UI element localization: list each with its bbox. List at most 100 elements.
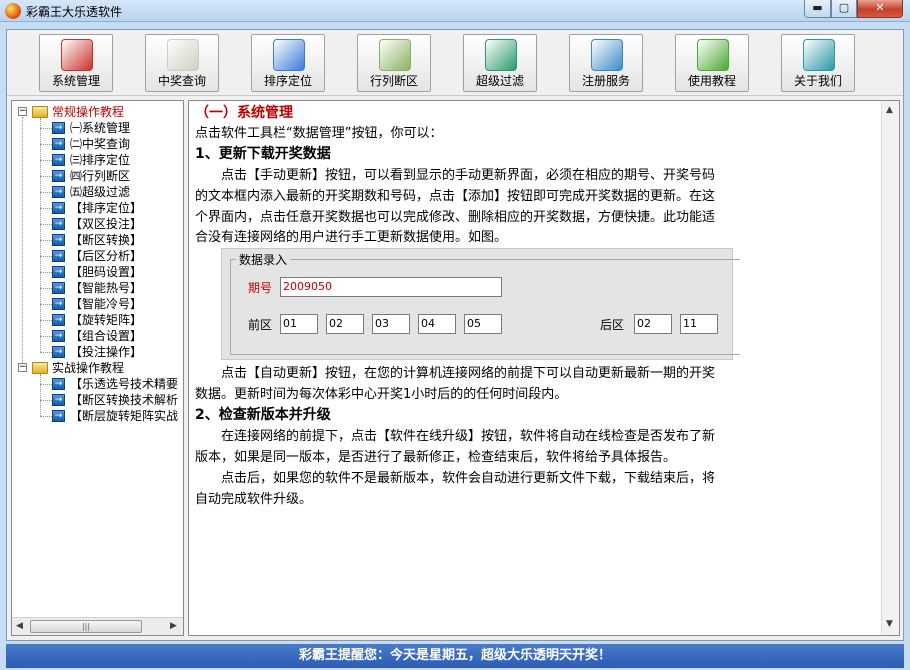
scroll-up-icon[interactable]: ▲ — [886, 105, 893, 115]
scroll-thumb[interactable]: ||| — [30, 620, 142, 633]
toolbar-button-label: 超级过滤 — [475, 74, 524, 88]
tree-item[interactable]: 【乐透选号技术精要 — [70, 376, 178, 392]
data-entry-figure: 数据录入 期号 2009050 前区 01 02 03 04 05 后区 02 … — [221, 248, 740, 360]
scroll-right-icon[interactable]: ▶ — [170, 621, 177, 631]
tree-item[interactable]: 【断层旋转矩阵实战 — [70, 408, 178, 424]
tree-connector — [40, 384, 52, 385]
tree-item[interactable]: 【投注操作】 — [70, 344, 142, 360]
tree-connector — [40, 288, 52, 289]
toolbar-button[interactable]: 超级过滤 — [463, 34, 537, 92]
toolbar-button[interactable]: 排序定位 — [251, 34, 325, 92]
minimize-button[interactable]: ▬ — [804, 0, 831, 18]
tree-item[interactable]: 【断区转换】 — [70, 232, 142, 248]
title-bar: 彩霸王大乐透软件 ▬ ▢ ✕ — [0, 0, 910, 22]
doc-arrow-icon: → — [52, 266, 65, 278]
window-title: 彩霸王大乐透软件 — [26, 5, 123, 19]
doc-arrow-icon: → — [52, 298, 65, 310]
front-number-input[interactable]: 05 — [464, 314, 502, 334]
tree-group-label[interactable]: 实战操作教程 — [52, 360, 124, 376]
tree-item[interactable]: ㈣行列断区 — [70, 168, 130, 184]
content-vertical-scrollbar[interactable]: ▲ ▼ — [881, 101, 899, 635]
toolbar-button[interactable]: 系统管理 — [39, 34, 113, 92]
back-number-input[interactable]: 02 — [634, 314, 672, 334]
tree-connector — [40, 128, 52, 129]
doc-arrow-icon: → — [52, 186, 65, 198]
doc-arrow-icon: → — [52, 378, 65, 390]
app-icon — [5, 3, 21, 19]
tree-expander[interactable]: − — [18, 363, 27, 372]
main-frame: 系统管理 中奖查询 排序定位 行列断区 超级过滤 注册服务 使用教程 关于我们 − 常规操作教程… — [6, 29, 904, 641]
tree-connector — [40, 192, 52, 193]
toolbar-button-label: 关于我们 — [793, 74, 842, 88]
toolbar: 系统管理 中奖查询 排序定位 行列断区 超级过滤 注册服务 使用教程 关于我们 — [7, 30, 903, 96]
paragraph-line: 在连接网络的前提下，点击【软件在线升级】按钮，软件将自动在线检查是否发布了新 — [195, 429, 716, 444]
doc-arrow-icon: → — [52, 314, 65, 326]
toolbar-button[interactable]: 使用教程 — [675, 34, 749, 92]
tree-item[interactable]: 【胆码设置】 — [70, 264, 142, 280]
toolbar-button[interactable]: 行列断区 — [357, 34, 431, 92]
issue-label: 期号 — [248, 281, 273, 295]
tree-item[interactable]: 【排序定位】 — [70, 200, 142, 216]
doc-arrow-icon: → — [52, 250, 65, 262]
tree-connector — [40, 352, 52, 353]
back-zone-label: 后区 — [600, 318, 625, 332]
doc-arrow-icon: → — [52, 154, 65, 166]
compass-icon — [273, 39, 305, 71]
nav-tree: − 常规操作教程 → ㈠系统管理 → ㈡中奖查询 → ㈢排序定位 → ㈣行列断区 → ㈤超级过滤 → 【排… — [12, 101, 183, 617]
tree-item[interactable]: 【组合设置】 — [70, 328, 142, 344]
paragraph-line: 点击【自动更新】按钮，在您的计算机连接网络的前提下可以自动更新最新一期的开奖 — [195, 366, 716, 381]
issue-input[interactable]: 2009050 — [280, 277, 502, 297]
tree-item[interactable]: 【旋转矩阵】 — [70, 312, 142, 328]
keys-icon — [591, 39, 623, 71]
scroll-left-icon[interactable]: ◀ — [16, 621, 23, 631]
tree-item[interactable]: ㈢排序定位 — [70, 152, 130, 168]
tree-connector — [40, 208, 52, 209]
toolbar-button[interactable]: 注册服务 — [569, 34, 643, 92]
doc-arrow-icon: → — [52, 218, 65, 230]
tree-group-label[interactable]: 常规操作教程 — [52, 104, 124, 120]
front-zone-label: 前区 — [248, 318, 273, 332]
tree-horizontal-scrollbar[interactable]: ◀ ||| ▶ — [12, 617, 183, 635]
doc-arrow-icon: → — [52, 202, 65, 214]
user-icon — [697, 39, 729, 71]
tree-item[interactable]: ㈤超级过滤 — [70, 184, 130, 200]
close-button[interactable]: ✕ — [857, 0, 903, 18]
back-number-input[interactable]: 11 — [680, 314, 718, 334]
paragraph-line: 的文本框内添入最新的开奖期数和号码，点击【添加】按钮即可完成开奖数据的更新。在这 — [195, 189, 716, 204]
doc-arrow-icon: → — [52, 410, 65, 422]
toolbar-button[interactable]: 关于我们 — [781, 34, 855, 92]
subheading-upgrade: 2、检查新版本并升级 — [195, 407, 331, 423]
front-number-input[interactable]: 04 — [418, 314, 456, 334]
tree-connector — [40, 416, 52, 417]
paragraph-line: 数据。更新时间为每次体彩中心开奖1小时后的的任何时间段内。 — [195, 387, 568, 402]
paragraph-line: 自动完成软件升级。 — [195, 492, 313, 507]
toolbar-button-label: 排序定位 — [263, 74, 312, 88]
doc-arrow-icon: → — [52, 234, 65, 246]
scroll-down-icon[interactable]: ▼ — [886, 619, 893, 629]
toolbox-icon — [61, 39, 93, 71]
tree-connector — [40, 240, 52, 241]
tree-expander[interactable]: − — [18, 107, 27, 116]
tree-connector — [40, 160, 52, 161]
folder-icon — [32, 106, 48, 118]
content-panel: （一）系统管理 点击软件工具栏“数据管理”按钮，你可以： 1、更新下载开奖数据 … — [188, 100, 900, 636]
tree-connector — [40, 272, 52, 273]
doc-arrow-icon: → — [52, 330, 65, 342]
front-number-input[interactable]: 02 — [326, 314, 364, 334]
tree-item[interactable]: ㈠系统管理 — [70, 120, 130, 136]
front-number-input[interactable]: 01 — [280, 314, 318, 334]
tree-item[interactable]: ㈡中奖查询 — [70, 136, 130, 152]
tree-connector — [40, 320, 52, 321]
tree-item[interactable]: 【智能冷号】 — [70, 296, 142, 312]
status-bar: 彩霸王提醒您：今天是星期五，超级大乐透明天开奖！ — [6, 644, 904, 668]
tree-item[interactable]: 【断区转换技术解析 — [70, 392, 178, 408]
tree-item[interactable]: 【后区分析】 — [70, 248, 142, 264]
maximize-button[interactable]: ▢ — [831, 0, 857, 18]
toolbar-button-label: 使用教程 — [687, 74, 736, 88]
tree-item[interactable]: 【智能热号】 — [70, 280, 142, 296]
toolbar-button[interactable]: 中奖查询 — [145, 34, 219, 92]
tree-item[interactable]: 【双区投注】 — [70, 216, 142, 232]
front-number-input[interactable]: 03 — [372, 314, 410, 334]
toolbar-button-label: 系统管理 — [51, 74, 100, 88]
doc-arrow-icon: → — [52, 170, 65, 182]
